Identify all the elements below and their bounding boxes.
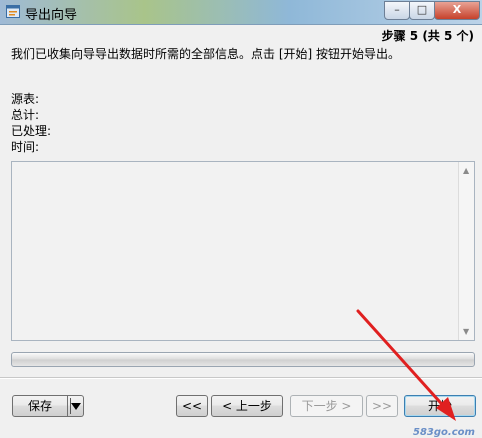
source-table-label: 源表: <box>11 92 40 106</box>
first-step-button[interactable]: << <box>176 395 208 417</box>
previous-step-button[interactable]: < 上一步 <box>211 395 283 417</box>
minimize-button[interactable]: – <box>384 1 410 20</box>
step-indicator: 步骤 5 (共 5 个) <box>381 29 474 43</box>
next-step-button[interactable]: 下一步 > <box>290 395 363 417</box>
close-button[interactable]: X <box>434 1 480 20</box>
save-split-button[interactable]: 保存 <box>12 395 84 417</box>
scroll-up-icon[interactable]: ▲ <box>463 166 469 175</box>
maximize-button[interactable]: □ <box>409 1 435 20</box>
save-dropdown-button[interactable] <box>68 395 84 417</box>
time-label: 时间: <box>11 140 40 154</box>
watermark: 583go.com <box>413 427 475 438</box>
processed-label: 已处理: <box>11 124 52 138</box>
window-title: 导出向导 <box>25 8 78 23</box>
export-wizard-icon <box>6 5 20 18</box>
save-button[interactable]: 保存 <box>12 395 68 417</box>
wizard-description: 我们已收集向导导出数据时所需的全部信息。点击 [开始] 按钮开始导出。 <box>11 47 400 61</box>
total-label: 总计: <box>11 108 40 122</box>
dropdown-arrow-icon <box>70 403 81 410</box>
title-bar: 导出向导 – □ X <box>0 0 482 25</box>
wizard-page: 步骤 5 (共 5 个) 我们已收集向导导出数据时所需的全部信息。点击 [开始]… <box>0 25 482 438</box>
red-arrow-annotation <box>356 309 456 421</box>
